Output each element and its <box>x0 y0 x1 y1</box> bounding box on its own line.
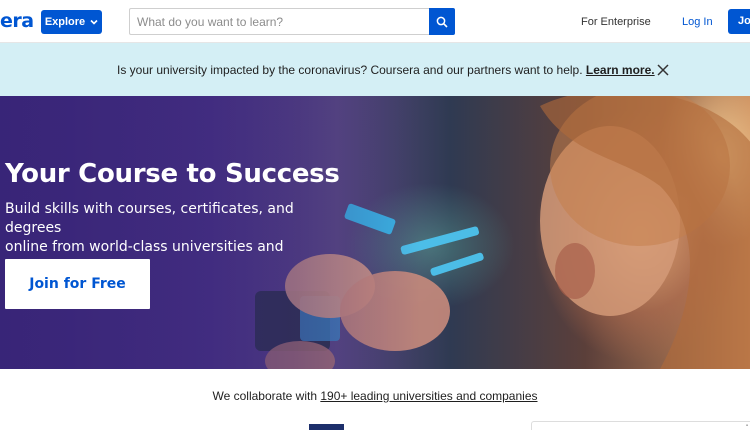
hero-title: Your Course to Success <box>5 159 340 189</box>
coronavirus-banner: Is your university impacted by the coron… <box>0 43 750 96</box>
learn-more-link[interactable]: Learn more. <box>586 63 655 77</box>
login-link[interactable]: Log In <box>682 15 713 29</box>
for-enterprise-link[interactable]: For Enterprise <box>581 15 651 29</box>
partner-card-mark: ▪ <box>745 423 748 429</box>
hero-section: Your Course to Success Build skills with… <box>0 96 750 369</box>
join-for-free-button[interactable]: Join for Free <box>5 259 150 309</box>
coursera-home-page: era Explore For Enterprise Log In Join I… <box>0 0 750 430</box>
top-header: era Explore For Enterprise Log In Join <box>0 0 750 43</box>
collab-prefix: We collaborate with <box>212 389 318 403</box>
explore-button[interactable]: Explore <box>41 10 102 34</box>
banner-text: Is your university impacted by the coron… <box>117 63 583 77</box>
collaboration-text: We collaborate with 190+ leading univers… <box>0 389 750 404</box>
explore-label: Explore <box>44 16 86 28</box>
chevron-down-icon <box>90 19 98 25</box>
close-icon[interactable] <box>656 63 670 77</box>
search-button[interactable] <box>429 8 455 35</box>
hero-subtitle-line-1: Build skills with courses, certificates,… <box>5 201 294 236</box>
search-input[interactable] <box>129 8 429 35</box>
partner-card: ▪ <box>531 421 750 430</box>
partner-logo <box>309 424 344 430</box>
search-icon <box>436 16 448 28</box>
partners-link[interactable]: 190+ leading universities and companies <box>320 389 537 403</box>
banner-message: Is your university impacted by the coron… <box>117 63 655 77</box>
coursera-logo[interactable]: era <box>0 9 34 33</box>
join-button[interactable]: Join <box>728 9 750 34</box>
